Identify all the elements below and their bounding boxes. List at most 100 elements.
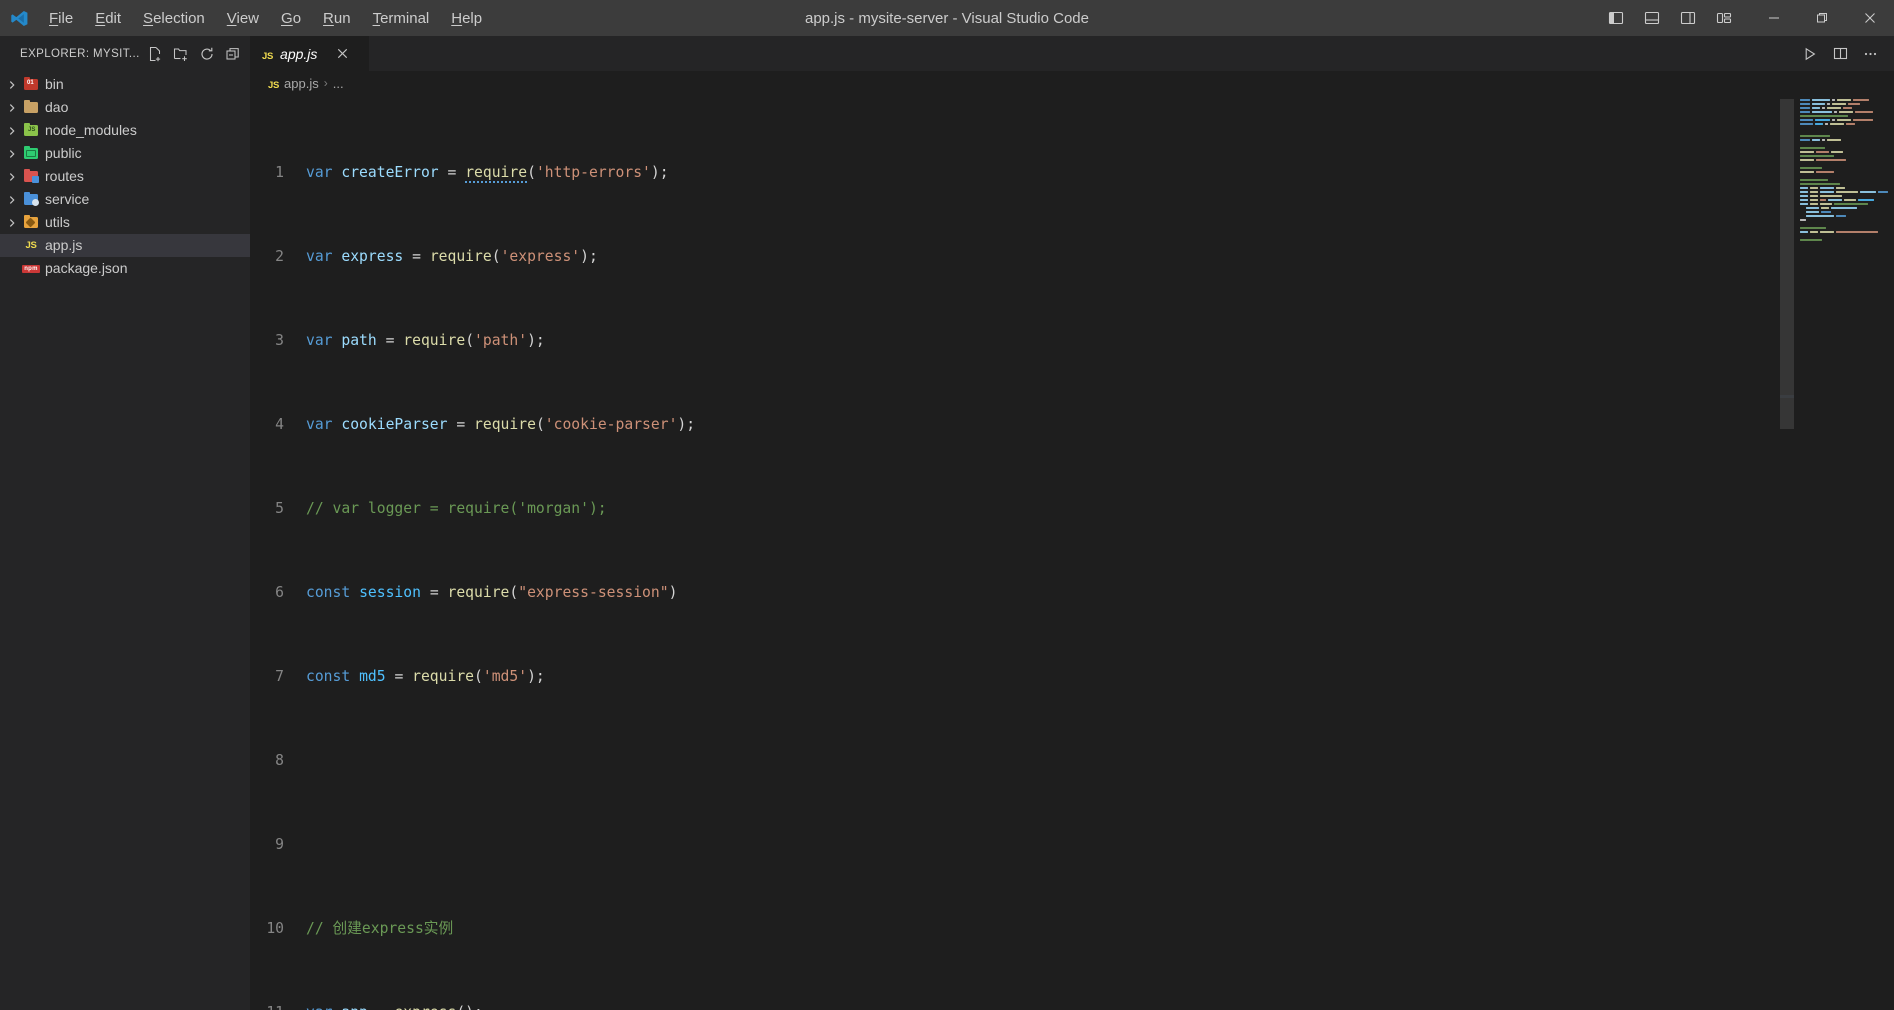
line-number: 11 xyxy=(250,1002,306,1010)
explorer-sidebar: EXPLORER: MYSIT... 01 bin dao JS node_mo… xyxy=(0,36,250,1010)
title-bar: File Edit Selection View Go Run Terminal… xyxy=(0,0,1894,36)
toggle-primary-sidebar-icon[interactable] xyxy=(1598,0,1634,36)
tree-item-package-json[interactable]: npm package.json xyxy=(0,257,250,280)
line-content: const md5 = require('md5'); xyxy=(306,668,545,685)
menu-file-label: File xyxy=(49,9,74,27)
tree-item-public[interactable]: public xyxy=(0,142,250,165)
line-number: 8 xyxy=(275,752,284,769)
tree-item-node-modules[interactable]: JS node_modules xyxy=(0,119,250,142)
editor-vertical-scrollbar[interactable] xyxy=(1780,95,1794,1010)
js-file-icon: JS xyxy=(25,240,37,251)
breadcrumb-file[interactable]: JS app.js xyxy=(268,76,319,91)
explorer-title: EXPLORER: MYSIT... xyxy=(20,47,140,60)
editor-group: JS app.js JS app.js › ... 1 var createEr… xyxy=(250,36,1894,1010)
code-editor[interactable]: 1 var createError = require('http-errors'… xyxy=(250,95,1894,1010)
tree-item-bin[interactable]: 01 bin xyxy=(0,73,250,96)
vscode-window: File Edit Selection View Go Run Terminal… xyxy=(0,0,1894,1010)
js-file-icon: JS xyxy=(262,50,274,62)
breadcrumb: JS app.js › ... xyxy=(250,71,1894,95)
menu-edit[interactable]: Edit xyxy=(84,0,132,36)
folder-dao-icon xyxy=(20,99,42,113)
refresh-explorer-icon[interactable] xyxy=(194,42,220,66)
js-file-icon: JS xyxy=(268,79,280,91)
menu-selection-label: Selection xyxy=(143,9,205,27)
chevron-right-icon xyxy=(4,126,20,136)
menu-go-label: Go xyxy=(281,9,302,27)
code-line: 11var app = express(); xyxy=(250,1002,1794,1010)
close-button[interactable] xyxy=(1846,0,1894,36)
tree-item-dao[interactable]: dao xyxy=(0,96,250,119)
code-line: 1 var createError = require('http-errors'… xyxy=(250,162,1794,183)
breadcrumb-file-label: app.js xyxy=(284,75,319,91)
tree-item-utils[interactable]: utils xyxy=(0,211,250,234)
line-number: 10 xyxy=(266,920,284,937)
npm-file-icon: npm xyxy=(22,264,40,273)
minimize-button[interactable] xyxy=(1750,0,1798,36)
run-code-icon[interactable] xyxy=(1796,40,1824,68)
folder-service-icon xyxy=(20,191,42,206)
close-tab-button[interactable] xyxy=(332,44,352,64)
collapse-folders-icon[interactable] xyxy=(220,42,246,66)
line-number: 7 xyxy=(275,668,284,685)
menu-bar: File Edit Selection View Go Run Terminal… xyxy=(38,0,493,36)
menu-go[interactable]: Go xyxy=(270,0,312,36)
line-content: // 创建express实例 xyxy=(306,920,454,937)
chevron-right-icon xyxy=(4,149,20,159)
restore-button[interactable] xyxy=(1798,0,1846,36)
tree-item-service[interactable]: service xyxy=(0,188,250,211)
more-actions-icon[interactable] xyxy=(1856,40,1884,68)
menu-selection[interactable]: Selection xyxy=(132,0,216,36)
explorer-header: EXPLORER: MYSIT... xyxy=(0,36,250,71)
folder-bin-icon: 01 xyxy=(20,76,42,90)
breadcrumb-symbol-label: ... xyxy=(332,75,344,91)
tab-bar-empty-space xyxy=(370,36,1796,71)
code-scroll-area[interactable]: 1 var createError = require('http-errors'… xyxy=(250,95,1794,1010)
tree-item-label: utils xyxy=(45,214,70,230)
code-line: 2 var express = require('express'); xyxy=(250,246,1794,267)
code-line: 8 xyxy=(250,750,1794,771)
line-content: var cookieParser = require('cookie-parse… xyxy=(306,416,696,433)
tree-item-label: bin xyxy=(45,76,64,92)
split-editor-icon[interactable] xyxy=(1826,40,1854,68)
new-folder-icon[interactable] xyxy=(168,42,194,66)
customize-layout-icon[interactable] xyxy=(1706,0,1742,36)
chevron-right-icon xyxy=(4,218,20,228)
menu-terminal-label: Terminal xyxy=(372,9,430,27)
editor-minimap[interactable] xyxy=(1794,95,1894,1010)
menu-terminal[interactable]: Terminal xyxy=(362,0,441,36)
line-number: 5 xyxy=(275,500,284,517)
chevron-right-icon xyxy=(4,103,20,113)
line-content: // var logger = require('morgan'); xyxy=(306,500,607,517)
code-line: 10 // 创建express实例 xyxy=(250,918,1794,939)
folder-node-modules-icon: JS xyxy=(20,122,42,136)
line-number: 3 xyxy=(275,332,284,349)
vscode-logo-icon xyxy=(0,9,38,28)
file-tree: 01 bin dao JS node_modules public routes… xyxy=(0,71,250,280)
code-line: 9 xyxy=(250,834,1794,855)
menu-file[interactable]: File xyxy=(38,0,84,36)
menu-help[interactable]: Help xyxy=(440,0,493,36)
workbench-body: EXPLORER: MYSIT... 01 bin dao JS node_mo… xyxy=(0,36,1894,1010)
breadcrumb-symbol[interactable]: ... xyxy=(333,76,344,91)
tab-app-js[interactable]: JS app.js xyxy=(250,36,370,71)
line-number: 1 xyxy=(275,164,284,181)
toggle-secondary-sidebar-icon[interactable] xyxy=(1670,0,1706,36)
tree-item-app-js[interactable]: JS app.js xyxy=(0,234,250,257)
toggle-panel-icon[interactable] xyxy=(1634,0,1670,36)
line-content: var createError = require('http-errors')… xyxy=(306,164,669,183)
new-file-icon[interactable] xyxy=(142,42,168,66)
code-content[interactable]: 1 var createError = require('http-errors'… xyxy=(250,95,1794,1010)
code-line: 6 const session = require("express-sessio… xyxy=(250,582,1794,603)
menu-run[interactable]: Run xyxy=(312,0,362,36)
tree-item-routes[interactable]: routes xyxy=(0,165,250,188)
editor-tabs: JS app.js xyxy=(250,36,1894,71)
code-line: 4 var cookieParser = require('cookie-pars… xyxy=(250,414,1794,435)
code-line: 5 // var logger = require('morgan'); xyxy=(250,498,1794,519)
menu-view-label: View xyxy=(226,9,260,27)
line-number: 6 xyxy=(275,584,284,601)
line-content: var app = express(); xyxy=(306,1002,483,1010)
tree-item-label: app.js xyxy=(45,237,83,253)
code-line: 7 const md5 = require('md5'); xyxy=(250,666,1794,687)
menu-view[interactable]: View xyxy=(216,0,270,36)
line-number: 4 xyxy=(275,416,284,433)
